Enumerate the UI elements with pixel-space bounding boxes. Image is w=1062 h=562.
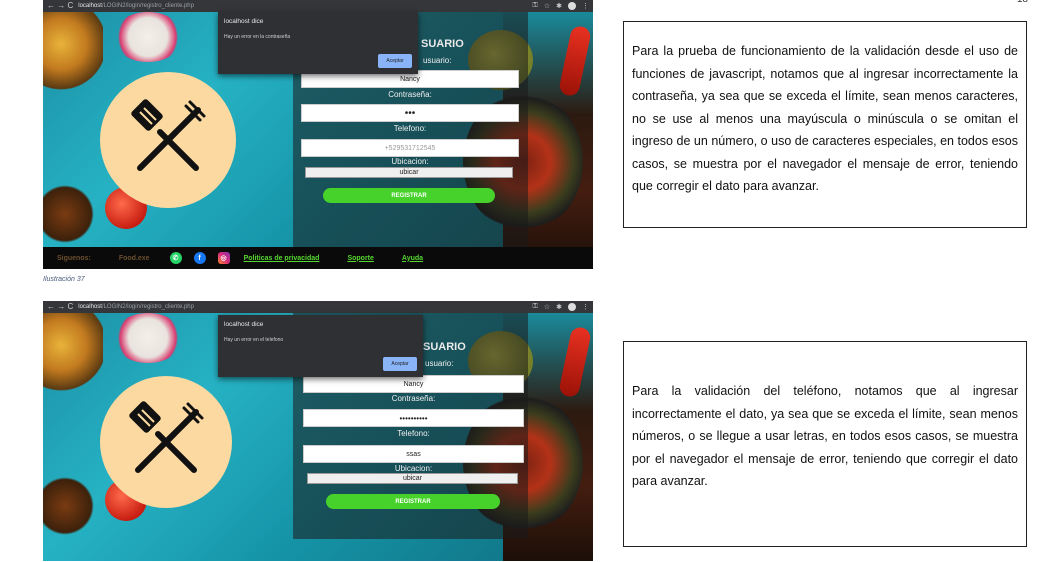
dialog-message: Hay un error en la contraseña: [224, 34, 291, 40]
phone-field[interactable]: ssas: [303, 445, 524, 463]
follow-label: Siguenos:: [57, 254, 91, 262]
location-label: Ubicacion:: [391, 157, 429, 166]
register-button[interactable]: REGISTRAR: [326, 494, 500, 509]
location-label: Ubicacion:: [394, 464, 433, 473]
browser-nav-buttons[interactable]: ← → C: [47, 303, 73, 311]
browser-actions: ⚿ ☆ ✱ ⋮: [533, 2, 589, 10]
dialog-message: Hay un error en el telefono: [224, 337, 284, 343]
extensions-icon[interactable]: ✱: [556, 2, 562, 10]
brand-name: Food.exe: [118, 254, 150, 262]
page-number: 18: [1017, 0, 1028, 5]
menu-icon[interactable]: ⋮: [582, 2, 589, 10]
address-bar[interactable]: localhost/LOGIN2/login/registro_cliente.…: [78, 304, 194, 310]
phone-label: Telefono:: [397, 429, 430, 438]
panel-title: SUARIO: [421, 38, 464, 50]
star-icon[interactable]: ☆: [544, 2, 550, 10]
extensions-icon[interactable]: ✱: [556, 303, 562, 311]
food-decoration: [43, 471, 98, 541]
page-background: SUARIO usuario: Nancy Contraseña: ••••••…: [43, 313, 593, 561]
star-icon[interactable]: ☆: [544, 303, 550, 311]
key-icon[interactable]: ⚿: [533, 2, 538, 10]
username-field[interactable]: Nancy: [303, 375, 524, 393]
profile-avatar[interactable]: [568, 2, 576, 10]
utensils-logo-icon: [100, 376, 232, 508]
password-label: Contraseña:: [388, 90, 432, 99]
facebook-icon[interactable]: f: [193, 252, 206, 264]
privacy-policy-link[interactable]: Politicas de privacidad: [244, 255, 320, 262]
register-button[interactable]: REGISTRAR: [323, 188, 495, 203]
alert-dialog: localhost dice Hay un error en la contra…: [218, 12, 418, 74]
help-link[interactable]: Ayuda: [402, 255, 423, 262]
accept-button[interactable]: Aceptar: [383, 357, 417, 371]
user-label: usuario:: [425, 359, 454, 368]
site-footer: Siguenos: Food.exe ✆ f ◎ Politicas de pr…: [43, 247, 593, 269]
password-field[interactable]: •••: [301, 104, 519, 122]
dragonfruit-decoration: [113, 12, 183, 62]
profile-avatar[interactable]: [568, 303, 576, 311]
panel-title: SUARIO: [423, 341, 466, 353]
menu-icon[interactable]: ⋮: [582, 303, 589, 311]
page-background: SUARIO usuario: Nancy Contraseña: ••• Te…: [43, 12, 593, 269]
browser-actions: ⚿ ☆ ✱ ⋮: [533, 303, 589, 311]
password-label: Contraseña:: [391, 394, 436, 403]
figure-caption: Ilustración 37: [43, 276, 85, 283]
instagram-icon[interactable]: ◎: [217, 252, 230, 264]
screenshot-password-validation: ← → C localhost/LOGIN2/login/registro_cl…: [43, 0, 593, 269]
user-label: usuario:: [423, 56, 452, 65]
location-select[interactable]: ubicar: [305, 167, 513, 178]
alert-dialog: localhost dice Hay un error en el telefo…: [218, 315, 423, 377]
whatsapp-icon[interactable]: ✆: [169, 252, 182, 264]
location-select[interactable]: ubicar: [307, 473, 518, 484]
screenshot-phone-validation: ← → C localhost/LOGIN2/login/registro_cl…: [43, 301, 593, 561]
support-link[interactable]: Soporte: [347, 255, 373, 262]
browser-toolbar: ← → C localhost/LOGIN2/login/registro_cl…: [43, 0, 593, 12]
description-box-phone: Para la validación del teléfono, notamos…: [623, 341, 1027, 547]
dragonfruit-decoration: [113, 313, 183, 363]
utensils-logo-icon: [100, 72, 236, 208]
password-field[interactable]: ••••••••••: [303, 409, 524, 427]
food-decoration: [43, 179, 98, 249]
food-decoration: [43, 313, 103, 393]
browser-toolbar: ← → C localhost/LOGIN2/login/registro_cl…: [43, 301, 593, 313]
dialog-title: localhost dice: [224, 321, 264, 328]
description-box-password: Para la prueba de funcionamiento de la v…: [623, 21, 1027, 228]
phone-label: Telefono:: [393, 124, 427, 133]
dialog-title: localhost dice: [224, 18, 264, 25]
key-icon[interactable]: ⚿: [533, 303, 538, 311]
browser-nav-buttons[interactable]: ← → C: [47, 2, 73, 10]
food-decoration: [43, 12, 103, 92]
address-bar[interactable]: localhost/LOGIN2/login/registro_cliente.…: [78, 3, 194, 9]
phone-field[interactable]: +529531712545: [301, 139, 519, 157]
accept-button[interactable]: Aceptar: [378, 54, 412, 68]
